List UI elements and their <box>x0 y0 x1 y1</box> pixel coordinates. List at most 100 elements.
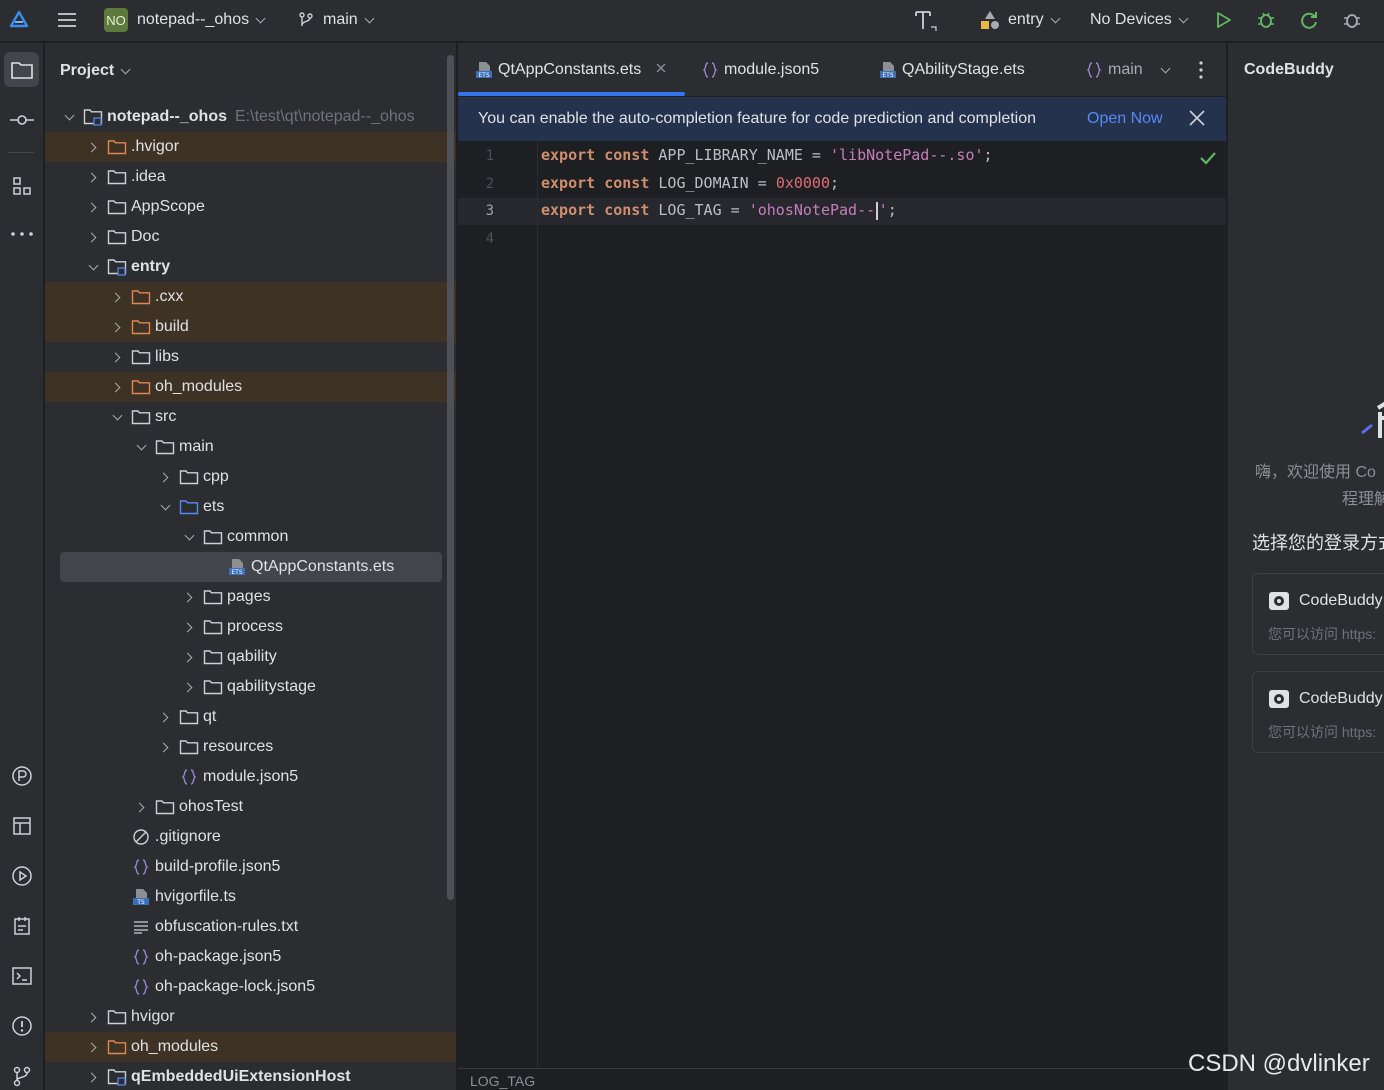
project-switcher[interactable]: NO notepad--_ohos <box>104 0 266 40</box>
tree-item-oh-package-lock-json5[interactable]: oh-package-lock.json5 <box>45 972 456 1002</box>
chevron-right-icon[interactable] <box>85 1009 101 1025</box>
run-icon[interactable] <box>1213 0 1233 40</box>
run-config-selector[interactable]: entry <box>978 0 1061 40</box>
chevron-right-icon[interactable] <box>109 379 125 395</box>
chevron-right-icon[interactable] <box>181 619 197 635</box>
chevron-right-icon[interactable] <box>85 1069 101 1085</box>
code-line[interactable]: export const LOG_TAG = 'ohosNotePad-- '; <box>541 201 897 220</box>
layout-inspector-icon[interactable] <box>4 808 39 843</box>
tree-item-process[interactable]: process <box>45 612 456 642</box>
tree-item-hvigorfile-ts[interactable]: TS hvigorfile.ts <box>45 882 456 912</box>
main-menu-icon[interactable] <box>56 0 78 40</box>
terminal-icon[interactable] <box>4 958 39 993</box>
tree-item-qtappconstants-ets[interactable]: ETS QtAppConstants.ets <box>60 552 442 582</box>
chevron-right-icon[interactable] <box>133 799 149 815</box>
close-tab-icon[interactable] <box>655 62 667 74</box>
tree-item-cxx[interactable]: .cxx <box>45 282 456 312</box>
tree-item-gitignore[interactable]: .gitignore <box>45 822 456 852</box>
chevron-down-icon[interactable] <box>157 499 173 515</box>
chevron-right-icon[interactable] <box>157 709 173 725</box>
tree-item-oh-modules[interactable]: oh_modules <box>45 372 456 402</box>
tree-item-entry[interactable]: entry <box>45 252 456 282</box>
tree-item-qability[interactable]: qability <box>45 642 456 672</box>
debug-icon[interactable] <box>1255 0 1277 40</box>
chevron-right-icon[interactable] <box>85 1039 101 1055</box>
tree-item-resources[interactable]: resources <box>45 732 456 762</box>
tree-item-qt[interactable]: qt <box>45 702 456 732</box>
tree-item-oh-package-json5[interactable]: oh-package.json5 <box>45 942 456 972</box>
tree-item-hvigor[interactable]: hvigor <box>45 1002 456 1032</box>
tree-item-doc[interactable]: Doc <box>45 222 456 252</box>
tab-qabilitystage[interactable]: ETS QAbilityStage.ets <box>878 43 1025 97</box>
tree-item-pages[interactable]: pages <box>45 582 456 612</box>
tree-item-build-profile-json5[interactable]: build-profile.json5 <box>45 852 456 882</box>
codebuddy-login-card[interactable]: CodeBuddy 您可以访问 https: <box>1252 573 1384 655</box>
profiler-icon[interactable] <box>4 758 39 793</box>
apply-changes-icon[interactable] <box>1298 0 1320 40</box>
tab-qtappconstants[interactable]: ETS QtAppConstants.ets <box>474 43 667 97</box>
chevron-right-icon[interactable] <box>109 349 125 365</box>
tree-item-ets[interactable]: ets <box>45 492 456 522</box>
tree-item-src[interactable]: src <box>45 402 456 432</box>
app-logo-icon[interactable] <box>8 0 30 40</box>
tree-item-libs[interactable]: libs <box>45 342 456 372</box>
codebuddy-login-card[interactable]: CodeBuddy 您可以访问 https: <box>1252 671 1384 753</box>
tree-item-appscope[interactable]: AppScope <box>45 192 456 222</box>
chevron-right-icon[interactable] <box>181 679 197 695</box>
chevron-right-icon[interactable] <box>85 139 101 155</box>
tree-item-build[interactable]: build <box>45 312 456 342</box>
chevron-right-icon[interactable] <box>85 229 101 245</box>
tab-options-icon[interactable] <box>1198 43 1204 97</box>
tree-item-hvigor[interactable]: .hvigor <box>45 132 456 162</box>
editor-breadcrumb[interactable]: LOG_TAG <box>458 1068 1226 1090</box>
tree-item-qabilitystage[interactable]: qabilitystage <box>45 672 456 702</box>
tree-item-module-json5[interactable]: module.json5 <box>45 762 456 792</box>
tab-label: QAbilityStage.ets <box>902 61 1025 78</box>
structure-icon[interactable] <box>4 168 39 203</box>
problems-icon[interactable] <box>4 1008 39 1043</box>
chevron-down-icon[interactable] <box>61 109 77 125</box>
tree-item-idea[interactable]: .idea <box>45 162 456 192</box>
tree-item-notepad-ohos[interactable]: notepad--_ohos E:\test\qt\notepad--_ohos <box>45 102 456 132</box>
attach-debugger-icon[interactable] <box>1341 0 1363 40</box>
chevron-down-icon[interactable] <box>85 259 101 275</box>
tab-module-json5[interactable]: module.json5 <box>700 43 819 97</box>
log-icon[interactable] <box>4 908 39 943</box>
folder-icon <box>203 648 223 666</box>
chevron-down-icon[interactable] <box>109 409 125 425</box>
chevron-down-icon[interactable] <box>133 439 149 455</box>
tree-item-common[interactable]: common <box>45 522 456 552</box>
commit-icon[interactable] <box>4 102 39 137</box>
close-banner-icon[interactable] <box>1188 109 1206 127</box>
chevron-right-icon[interactable] <box>157 739 173 755</box>
tab-main-json5[interactable]: main <box>1084 43 1144 97</box>
tree-item-oh-modules[interactable]: oh_modules <box>45 1032 456 1062</box>
chevron-right-icon[interactable] <box>109 319 125 335</box>
tree-item-main[interactable]: main <box>45 432 456 462</box>
version-control-icon[interactable] <box>4 1058 39 1090</box>
tree-item-ohostest[interactable]: ohosTest <box>45 792 456 822</box>
chevron-down-icon[interactable] <box>181 529 197 545</box>
no-problems-check-icon[interactable] <box>1199 150 1217 166</box>
chevron-right-icon[interactable] <box>157 469 173 485</box>
code-line[interactable]: export const APP_LIBRARY_NAME = 'libNote… <box>541 146 993 164</box>
code-line[interactable]: export const LOG_DOMAIN = 0x0000; <box>541 174 839 192</box>
services-icon[interactable] <box>4 858 39 893</box>
chevron-right-icon[interactable] <box>181 649 197 665</box>
project-tool-folder-icon[interactable] <box>4 52 39 87</box>
project-scrollbar[interactable] <box>447 55 454 900</box>
chevron-right-icon[interactable] <box>85 169 101 185</box>
device-selector[interactable]: No Devices <box>1090 0 1189 40</box>
branch-switcher[interactable]: main <box>297 0 375 40</box>
more-tools-icon[interactable] <box>4 216 39 251</box>
open-now-link[interactable]: Open Now <box>1087 110 1163 128</box>
tree-item-qembeddeduiextensionhost[interactable]: qEmbeddedUiExtensionHost <box>45 1062 456 1090</box>
chevron-right-icon[interactable] <box>181 589 197 605</box>
tree-item-cpp[interactable]: cpp <box>45 462 456 492</box>
tab-list-chevron-down-icon[interactable] <box>1160 43 1171 97</box>
chevron-right-icon[interactable] <box>109 289 125 305</box>
tree-item-obfuscation-rules-txt[interactable]: obfuscation-rules.txt <box>45 912 456 942</box>
build-hammer-icon[interactable] <box>912 0 938 40</box>
chevron-right-icon[interactable] <box>85 199 101 215</box>
project-panel-header[interactable]: Project <box>45 43 456 99</box>
